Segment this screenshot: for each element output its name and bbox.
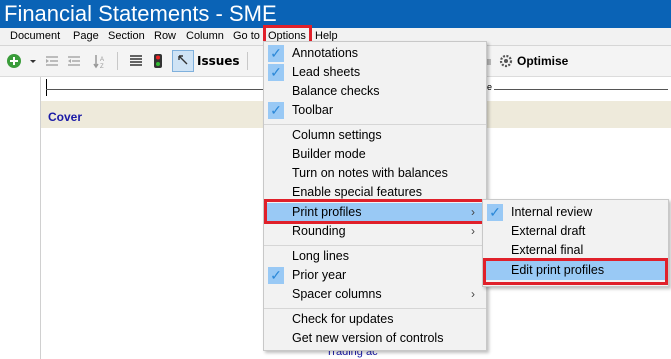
submenu-arrow-icon: › <box>471 287 475 301</box>
menu-item-label: Spacer columns <box>292 287 382 301</box>
menu-item-label: Balance checks <box>292 84 380 98</box>
menu-item-lead-sheets[interactable]: ✓ Lead sheets <box>264 63 486 82</box>
pointer-tool-button[interactable] <box>172 50 194 72</box>
menu-item-rounding[interactable]: Rounding › <box>264 222 486 241</box>
menu-item-label: Rounding <box>292 224 346 238</box>
menu-item-prior-year[interactable]: ✓ Prior year <box>264 266 486 285</box>
ruler-start-tick <box>46 79 47 96</box>
toolbar-divider <box>247 52 248 70</box>
print-profiles-callout <box>264 199 485 224</box>
edit-print-profiles-callout <box>483 258 668 285</box>
submenu-arrow-icon: › <box>471 224 475 238</box>
options-dropdown: ✓ Annotations ✓ Lead sheets Balance chec… <box>263 41 487 351</box>
menu-column[interactable]: Column <box>186 28 224 45</box>
checkmark-icon: ✓ <box>270 64 282 80</box>
optimise-button[interactable]: Optimise <box>517 54 568 68</box>
menu-item-label: Lead sheets <box>292 65 361 79</box>
menu-item-column-settings[interactable]: Column settings <box>264 126 486 145</box>
menu-item-label: Toolbar <box>292 103 333 117</box>
menu-item-label: Turn on notes with balances <box>292 166 448 180</box>
outdent-icon[interactable] <box>66 53 82 69</box>
menu-item-label: Prior year <box>292 268 347 282</box>
menu-document[interactable]: Document <box>10 28 60 45</box>
indent-icon[interactable] <box>44 53 60 69</box>
checkmark-icon: ✓ <box>270 267 282 283</box>
menu-item-long-lines[interactable]: Long lines <box>264 247 486 266</box>
window-title: Financial Statements - SME <box>4 1 277 26</box>
menu-item-check-for-updates[interactable]: Check for updates <box>264 310 486 329</box>
checkmark-icon: ✓ <box>270 45 282 61</box>
traffic-light-icon[interactable] <box>150 53 166 69</box>
left-margin <box>0 77 41 359</box>
submenu-item-internal-review[interactable]: ✓ Internal review <box>483 203 668 222</box>
menu-item-notes-with-balances[interactable]: Turn on notes with balances <box>264 164 486 183</box>
menu-item-label: Internal review <box>511 205 593 219</box>
menu-goto[interactable]: Go to <box>233 28 260 45</box>
checkmark-icon: ✓ <box>489 204 501 220</box>
toolbar-divider <box>117 52 118 70</box>
menu-section[interactable]: Section <box>108 28 145 45</box>
add-icon[interactable] <box>6 53 22 69</box>
menu-item-annotations[interactable]: ✓ Annotations <box>264 44 486 63</box>
optimise-gear-icon[interactable] <box>498 53 514 69</box>
dropdown-arrow-icon[interactable] <box>28 53 38 69</box>
menu-item-builder-mode[interactable]: Builder mode <box>264 145 486 164</box>
svg-text:A: A <box>100 57 104 63</box>
sort-icon[interactable]: AZ <box>92 53 108 69</box>
menu-item-label: Annotations <box>292 46 359 60</box>
menu-item-spacer-columns[interactable]: Spacer columns › <box>264 285 486 304</box>
menu-item-label: Builder mode <box>292 147 366 161</box>
menu-item-label: Long lines <box>292 249 349 263</box>
pointer-icon <box>178 55 188 65</box>
menu-item-label: Get new version of controls <box>292 331 444 345</box>
menu-separator <box>264 308 486 309</box>
menu-item-toolbar[interactable]: ✓ Toolbar <box>264 101 486 120</box>
title-bar: Financial Statements - SME <box>0 0 671 28</box>
menu-item-label: External draft <box>511 224 586 238</box>
menu-item-label: Column settings <box>292 128 382 142</box>
list-icon[interactable] <box>128 53 144 69</box>
svg-text:Z: Z <box>100 64 104 69</box>
cover-label: Cover <box>48 110 83 124</box>
menu-item-label: Check for updates <box>292 312 394 326</box>
menu-row[interactable]: Row <box>154 28 176 45</box>
menu-separator <box>264 245 486 246</box>
menu-separator <box>264 124 486 125</box>
submenu-item-external-draft[interactable]: External draft <box>483 222 668 241</box>
checkmark-icon: ✓ <box>270 102 282 118</box>
menu-item-get-new-version[interactable]: Get new version of controls <box>264 329 486 348</box>
menu-page[interactable]: Page <box>73 28 99 45</box>
menu-item-balance-checks[interactable]: Balance checks <box>264 82 486 101</box>
issues-button[interactable]: Issues <box>197 54 240 68</box>
